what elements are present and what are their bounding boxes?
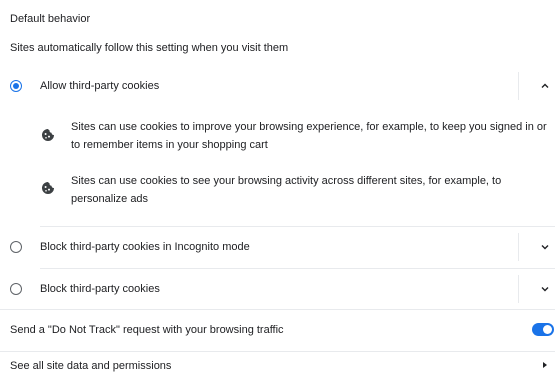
option-allow-third-party-cookies[interactable]: Allow third-party cookies: [0, 66, 555, 106]
option-label: Block third-party cookies in Incognito m…: [40, 241, 250, 253]
option-block-third-party-cookies[interactable]: Block third-party cookies: [0, 269, 555, 309]
see-all-site-data-label: See all site data and permissions: [10, 359, 172, 372]
cookie-settings-page: Default behavior Sites automatically fol…: [0, 0, 555, 379]
do-not-track-toggle[interactable]: [532, 323, 554, 336]
radio-block-third-party-cookies[interactable]: [10, 283, 22, 295]
detail-text: Sites can use cookies to see your browsi…: [71, 175, 502, 205]
radio-allow-third-party-cookies[interactable]: [10, 80, 22, 92]
see-all-site-data-row[interactable]: See all site data and permissions: [0, 352, 555, 379]
arrow-right-icon[interactable]: [543, 362, 547, 368]
do-not-track-row[interactable]: Send a "Do Not Track" request with your …: [0, 310, 555, 350]
cookie-icon: [42, 129, 54, 141]
default-behavior-heading: Default behavior: [10, 13, 91, 25]
option-label: Block third-party cookies: [40, 283, 160, 295]
option-block-incognito[interactable]: Block third-party cookies in Incognito m…: [0, 227, 555, 267]
radio-block-incognito[interactable]: [10, 241, 22, 253]
detail-item-improve-experience: Sites can use cookies to improve your br…: [40, 117, 550, 157]
vertical-divider: [518, 233, 519, 261]
chevron-up-icon[interactable]: [540, 81, 550, 91]
chevron-down-icon[interactable]: [540, 242, 550, 252]
option-label: Allow third-party cookies: [40, 80, 160, 92]
vertical-divider: [518, 275, 519, 303]
detail-item-personalize-ads: Sites can use cookies to see your browsi…: [40, 171, 550, 211]
vertical-divider: [518, 72, 519, 100]
do-not-track-label: Send a "Do Not Track" request with your …: [10, 324, 284, 336]
default-behavior-description: Sites automatically follow this setting …: [10, 42, 289, 54]
chevron-down-icon[interactable]: [540, 284, 550, 294]
detail-text: Sites can use cookies to improve your br…: [71, 121, 547, 151]
cookie-icon: [42, 182, 54, 194]
